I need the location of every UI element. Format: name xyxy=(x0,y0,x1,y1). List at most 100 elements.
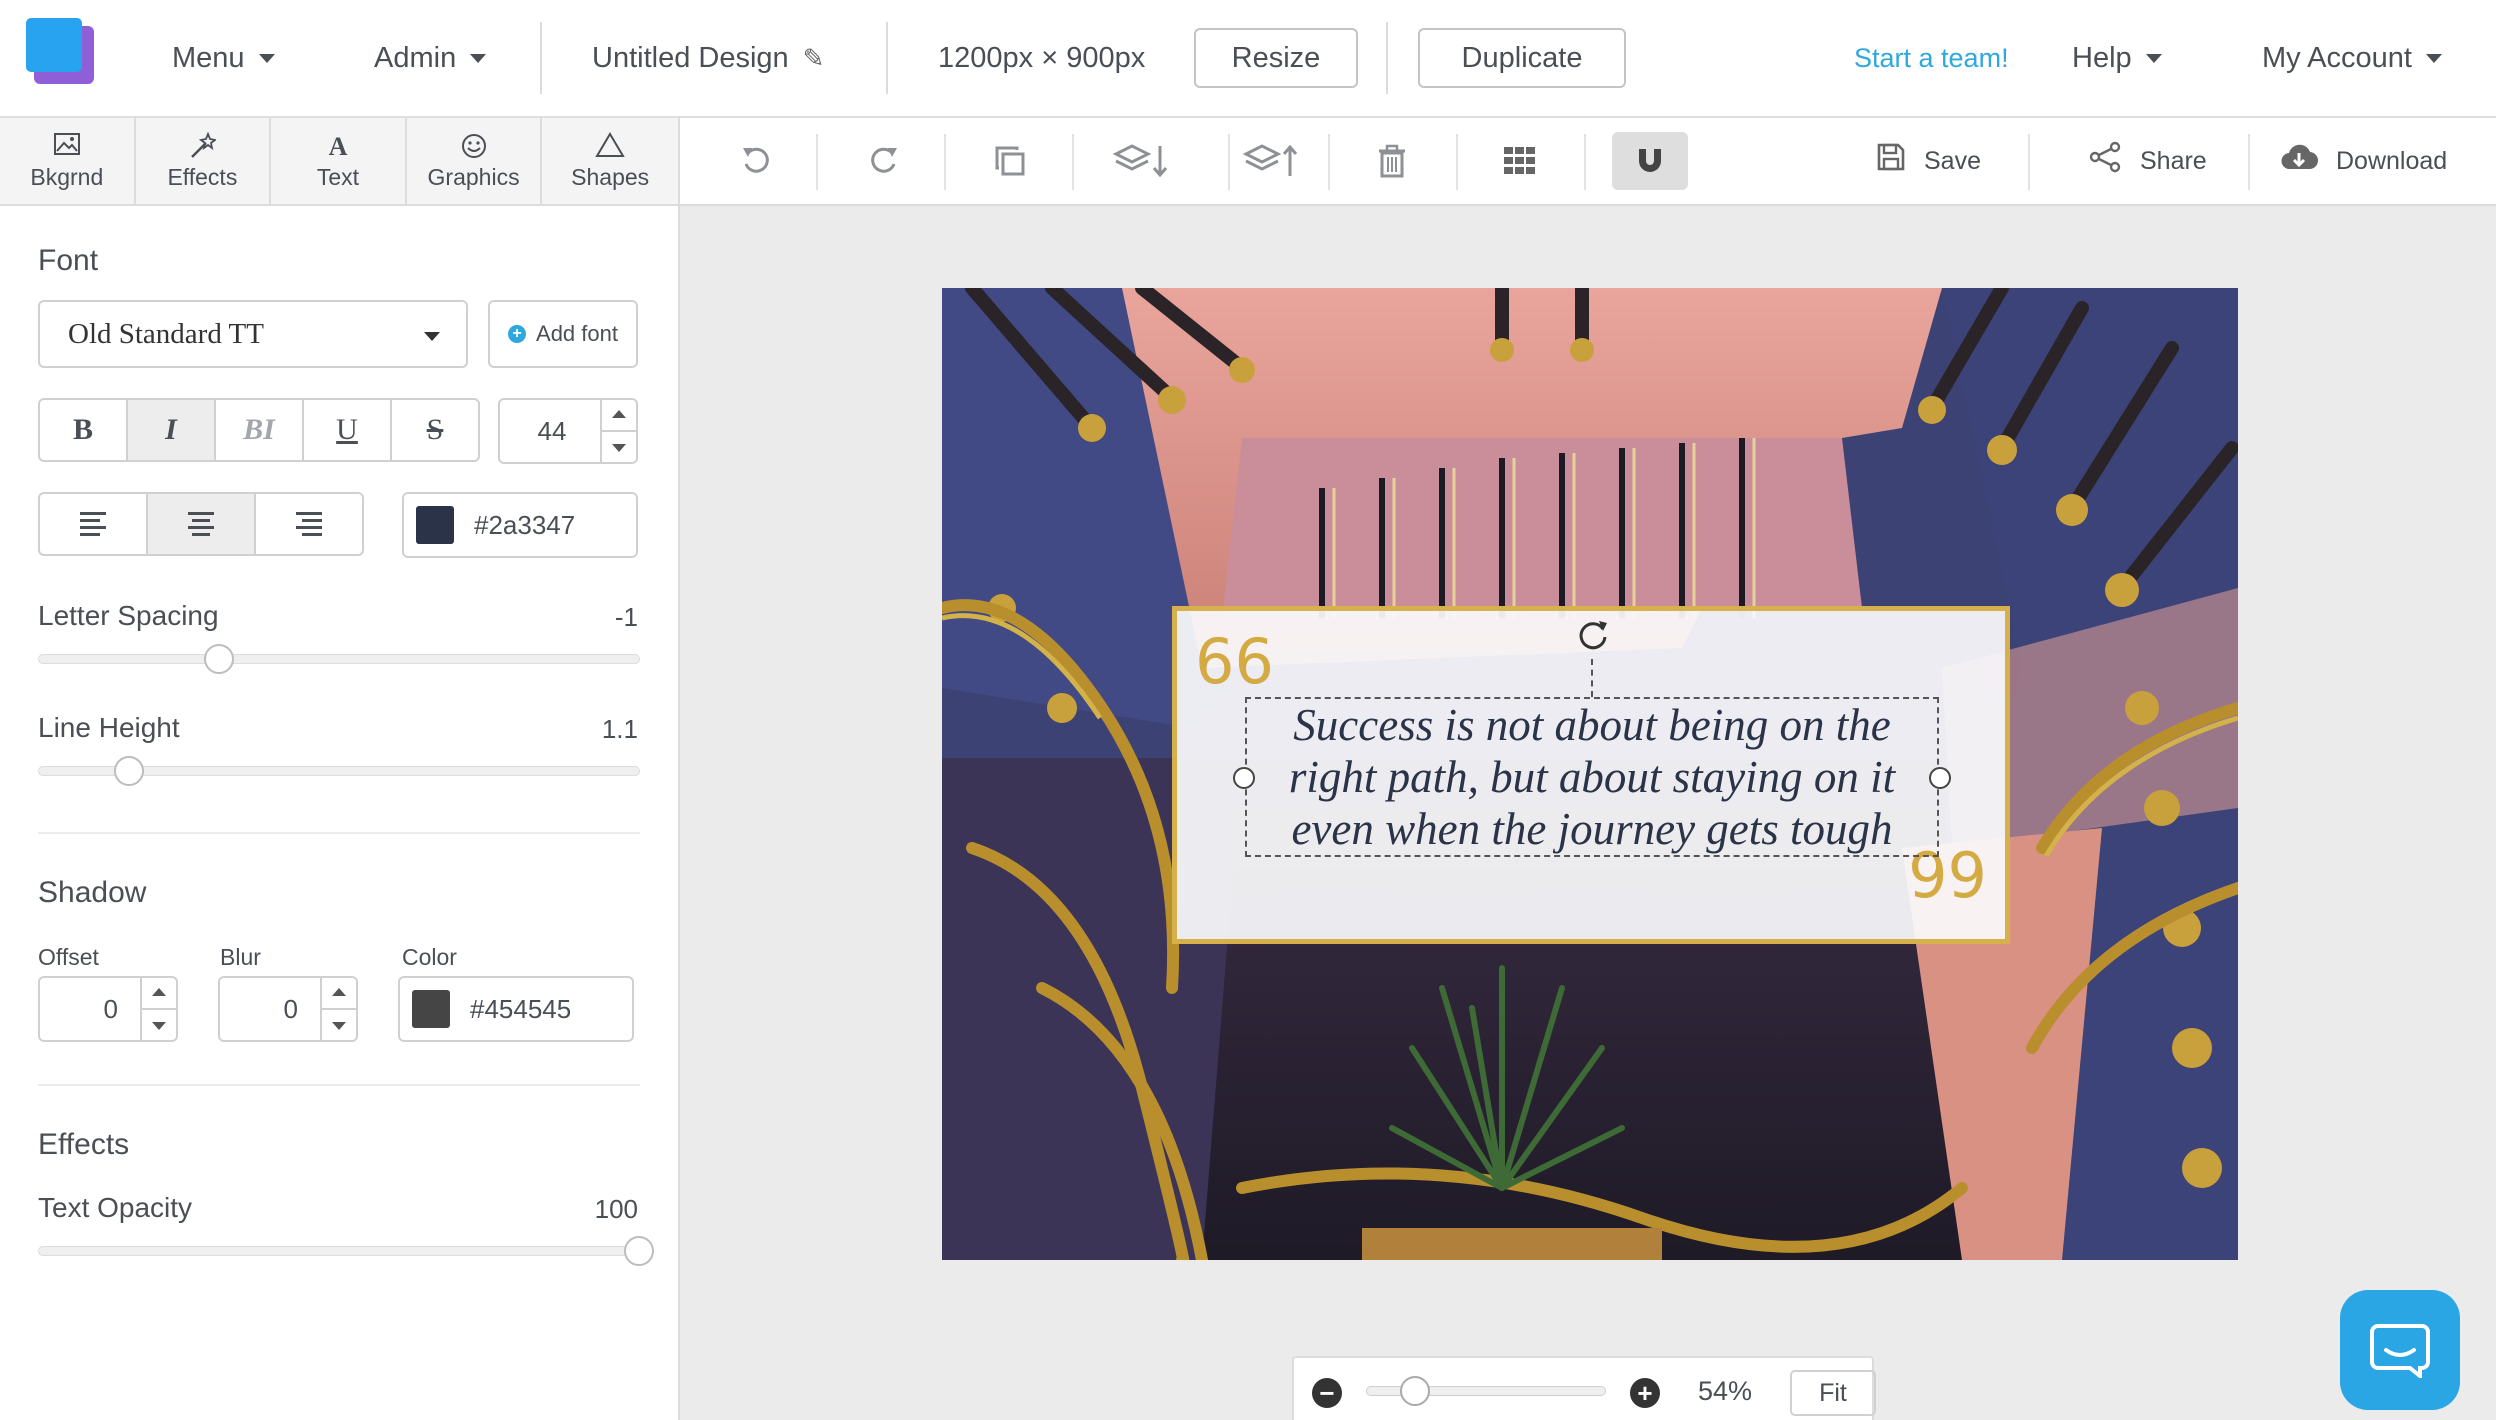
zoom-in-icon[interactable]: + xyxy=(1630,1378,1660,1408)
bring-forward-icon[interactable] xyxy=(1234,132,1310,190)
save-button[interactable]: Save xyxy=(1876,118,1981,204)
text-color-input[interactable]: #2a3347 xyxy=(402,492,638,558)
shadow-section-title: Shadow xyxy=(38,876,147,909)
decrement-icon[interactable] xyxy=(332,1022,346,1030)
tab-label: Shapes xyxy=(571,163,650,190)
design-title-text: Untitled Design xyxy=(592,41,789,74)
zoom-slider-handle[interactable] xyxy=(1399,1376,1430,1406)
quote-card[interactable]: 66 99 Success is not about being on the … xyxy=(1172,606,2010,944)
bold-italic-button[interactable]: BI xyxy=(216,400,304,460)
line-height-value: 1.1 xyxy=(601,714,638,744)
strikethrough-button[interactable]: S xyxy=(392,400,478,460)
align-center-icon xyxy=(188,512,214,536)
line-height-slider[interactable] xyxy=(38,756,640,786)
font-section-title: Font xyxy=(38,244,99,277)
shadow-blur-value[interactable]: 0 xyxy=(220,978,320,1040)
design-dimensions: 1200px × 900px xyxy=(938,41,1146,74)
magnet-snap-icon[interactable] xyxy=(1612,132,1688,190)
account-label: My Account xyxy=(2262,41,2412,74)
zoom-slider[interactable] xyxy=(1366,1376,1606,1406)
align-right-button[interactable] xyxy=(256,494,362,554)
chat-bubble-icon xyxy=(2370,1324,2430,1378)
download-button[interactable]: Download xyxy=(2280,118,2447,204)
shadow-color-swatch[interactable] xyxy=(412,990,450,1028)
app-logo[interactable] xyxy=(26,18,94,84)
help-dropdown[interactable]: Help xyxy=(2072,0,2162,116)
increment-icon[interactable] xyxy=(152,988,166,996)
add-font-button[interactable]: + Add font xyxy=(488,300,638,368)
grid-icon[interactable] xyxy=(1482,132,1558,190)
save-label: Save xyxy=(1924,146,1981,175)
decrement-icon[interactable] xyxy=(612,444,626,452)
menu-dropdown[interactable]: Menu xyxy=(172,0,275,116)
text-selection-box[interactable]: Success is not about being on the right … xyxy=(1233,697,1951,857)
shadow-color-input[interactable]: #454545 xyxy=(398,976,634,1042)
triangle-icon xyxy=(595,131,625,162)
tab-effects[interactable]: Effects xyxy=(136,118,272,204)
share-label: Share xyxy=(2140,146,2207,175)
tab-graphics[interactable]: Graphics xyxy=(407,118,543,204)
chat-widget-button[interactable] xyxy=(2340,1290,2460,1410)
tab-text[interactable]: A Text xyxy=(271,118,407,204)
rotate-icon[interactable] xyxy=(1575,617,1611,663)
font-size-value[interactable]: 44 xyxy=(500,400,604,462)
resize-handle-right[interactable] xyxy=(1929,767,1951,789)
slider-handle[interactable] xyxy=(624,1236,654,1266)
duplicate-button[interactable]: Duplicate xyxy=(1418,28,1626,88)
tab-label: Bkgrnd xyxy=(30,163,104,190)
increment-icon[interactable] xyxy=(332,988,346,996)
chevron-down-icon xyxy=(424,332,440,341)
effects-section-title: Effects xyxy=(38,1128,130,1161)
bold-button[interactable]: B xyxy=(40,400,128,460)
image-icon xyxy=(53,132,81,162)
slider-handle[interactable] xyxy=(204,644,234,674)
undo-icon[interactable] xyxy=(718,132,794,190)
edit-toolbar: Save Share Download xyxy=(680,118,2496,206)
design-canvas[interactable]: 66 99 Success is not about being on the … xyxy=(942,288,2238,1260)
section-divider xyxy=(38,1084,640,1086)
quote-text[interactable]: Success is not about being on the right … xyxy=(1247,699,1937,855)
redo-icon[interactable] xyxy=(846,132,922,190)
font-family-select[interactable]: Old Standard TT xyxy=(38,300,468,368)
chevron-down-icon xyxy=(470,53,487,63)
underline-button[interactable]: U xyxy=(304,400,392,460)
copy-icon[interactable] xyxy=(972,132,1048,190)
italic-button[interactable]: I xyxy=(128,400,216,460)
shadow-blur-stepper[interactable]: 0 xyxy=(218,976,358,1042)
start-team-link[interactable]: Start a team! xyxy=(1854,0,2009,116)
chevron-down-icon xyxy=(2425,53,2442,63)
font-size-stepper[interactable]: 44 xyxy=(498,398,638,464)
decrement-icon[interactable] xyxy=(152,1022,166,1030)
text-style-group: B I BI U S xyxy=(38,398,480,462)
shadow-color-value: #454545 xyxy=(470,993,572,1024)
tab-background[interactable]: Bkgrnd xyxy=(0,118,136,204)
shadow-offset-stepper[interactable]: 0 xyxy=(38,976,178,1042)
text-opacity-slider[interactable] xyxy=(38,1236,654,1266)
share-button[interactable]: Share xyxy=(2088,118,2207,204)
align-left-button[interactable] xyxy=(40,494,148,554)
menu-label: Menu xyxy=(172,41,245,74)
account-dropdown[interactable]: My Account xyxy=(2262,0,2442,116)
tab-shapes[interactable]: Shapes xyxy=(542,118,678,204)
rotate-guide xyxy=(1591,659,1593,697)
resize-handle-left[interactable] xyxy=(1233,767,1255,789)
zoom-percent: 54% xyxy=(1698,1376,1753,1406)
letter-spacing-slider[interactable] xyxy=(38,644,640,674)
text-color-swatch[interactable] xyxy=(416,506,454,544)
zoom-out-icon[interactable]: − xyxy=(1312,1378,1342,1408)
download-label: Download xyxy=(2336,146,2448,175)
floppy-disk-icon xyxy=(1876,142,1906,180)
trash-icon[interactable] xyxy=(1354,132,1430,190)
slider-handle[interactable] xyxy=(114,756,144,786)
open-quote-mark: 66 xyxy=(1195,625,1274,698)
admin-dropdown[interactable]: Admin xyxy=(374,0,487,116)
align-center-button[interactable] xyxy=(148,494,256,554)
increment-icon[interactable] xyxy=(612,410,626,418)
design-title[interactable]: Untitled Design ✎ xyxy=(592,0,824,116)
zoom-fit-button[interactable]: Fit xyxy=(1790,1370,1876,1416)
help-label: Help xyxy=(2072,41,2132,74)
resize-button[interactable]: Resize xyxy=(1194,28,1358,88)
send-backward-icon[interactable] xyxy=(1104,132,1180,190)
text-opacity-value: 100 xyxy=(594,1194,638,1224)
shadow-offset-value[interactable]: 0 xyxy=(40,978,140,1040)
